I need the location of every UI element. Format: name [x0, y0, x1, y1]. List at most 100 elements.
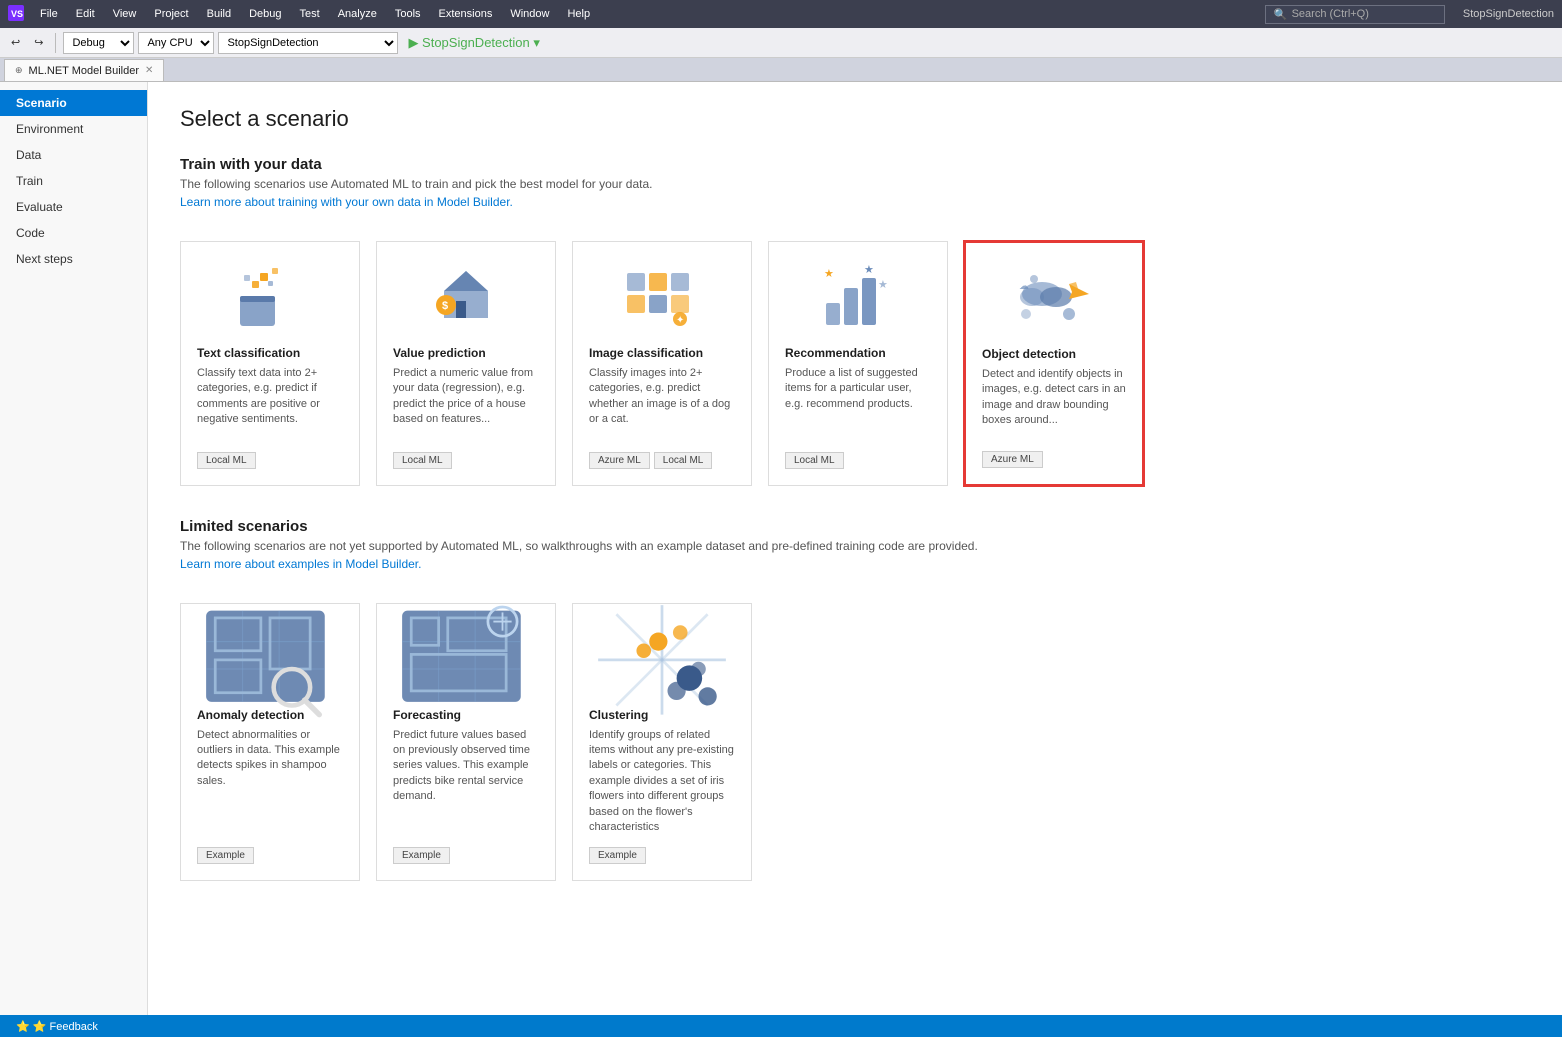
image-classification-title: Image classification [589, 346, 735, 360]
card-value-prediction[interactable]: $ Value prediction Predict a numeric val… [376, 241, 556, 486]
image-classification-badge-local: Local ML [654, 452, 713, 469]
svg-text:VS: VS [11, 9, 23, 19]
anomaly-detection-desc: Detect abnormalities or outliers in data… [197, 728, 343, 836]
run-button[interactable]: ▶ StopSignDetection ▾ [402, 33, 545, 53]
svg-text:$: $ [442, 300, 448, 312]
undo-btn[interactable]: ↩ [6, 33, 25, 52]
redo-btn[interactable]: ↪ [29, 33, 48, 52]
title-bar: VS File Edit View Project Build Debug Te… [0, 0, 1562, 28]
recommendation-badge: Local ML [785, 452, 844, 469]
value-prediction-icon: $ [393, 258, 539, 338]
svg-text:★: ★ [878, 279, 888, 291]
feedback-icon: ⭐ [16, 1021, 30, 1033]
svg-text:✦: ✦ [676, 315, 684, 326]
limited-section: Limited scenarios The following scenario… [180, 518, 1530, 587]
feedback-button[interactable]: ⭐ ⭐ Feedback [10, 1020, 104, 1033]
text-classification-icon [197, 258, 343, 338]
text-classification-badge: Local ML [197, 452, 256, 469]
forecasting-icon [393, 620, 539, 700]
tab-pin-icon: ⊕ [15, 65, 23, 76]
svg-text:☁: ☁ [1019, 281, 1029, 292]
svg-text:★: ★ [824, 268, 834, 280]
card-image-classification[interactable]: ✦ Image classification Classify images i… [572, 241, 752, 486]
forecasting-badge: Example [393, 847, 450, 864]
clustering-icon [589, 620, 735, 700]
nav-item-scenario[interactable]: Scenario [0, 90, 147, 116]
card-recommendation[interactable]: ★ ★ ★ Recommendation Produce a list of s… [768, 241, 948, 486]
nav-item-next-steps[interactable]: Next steps [0, 246, 147, 272]
train-section: Train with your data The following scena… [180, 156, 1530, 225]
left-nav: Scenario Environment Data Train Evaluate… [0, 82, 148, 1037]
content-area: Select a scenario Train with your data T… [148, 82, 1562, 1037]
recommendation-desc: Produce a list of suggested items for a … [785, 366, 931, 440]
anomaly-detection-title: Anomaly detection [197, 708, 343, 722]
anomaly-detection-icon [197, 620, 343, 700]
vs-logo-icon: VS [8, 5, 24, 24]
project-select[interactable]: StopSignDetection [218, 32, 398, 54]
limited-section-subtitle: The following scenarios are not yet supp… [180, 539, 1530, 553]
debug-select[interactable]: Debug Release [63, 32, 134, 54]
menu-test[interactable]: Test [292, 6, 328, 22]
recommendation-icon: ★ ★ ★ [785, 258, 931, 338]
tab-bar: ⊕ ML.NET Model Builder ✕ [0, 58, 1562, 82]
train-section-link[interactable]: Learn more about training with your own … [180, 195, 513, 209]
menu-file[interactable]: File [32, 6, 66, 22]
menu-debug[interactable]: Debug [241, 6, 289, 22]
card-forecasting[interactable]: Forecasting Predict future values based … [376, 603, 556, 882]
limited-section-title: Limited scenarios [180, 518, 1530, 535]
value-prediction-desc: Predict a numeric value from your data (… [393, 366, 539, 440]
image-classification-icon: ✦ [589, 258, 735, 338]
clustering-badge: Example [589, 847, 646, 864]
clustering-title: Clustering [589, 708, 735, 722]
menu-help[interactable]: Help [559, 6, 598, 22]
clustering-desc: Identify groups of related items without… [589, 728, 735, 836]
recommendation-title: Recommendation [785, 346, 931, 360]
anomaly-detection-badge: Example [197, 847, 254, 864]
object-detection-desc: Detect and identify objects in images, e… [982, 367, 1126, 439]
menu-tools[interactable]: Tools [387, 6, 429, 22]
search-icon: 🔍 [1274, 8, 1288, 21]
tab-close-icon[interactable]: ✕ [145, 65, 153, 76]
nav-item-evaluate[interactable]: Evaluate [0, 194, 147, 220]
card-clustering[interactable]: Clustering Identify groups of related it… [572, 603, 752, 882]
object-detection-badge: Azure ML [982, 451, 1043, 468]
value-prediction-badge: Local ML [393, 452, 452, 469]
toolbar-sep-1 [55, 33, 56, 53]
menu-analyze[interactable]: Analyze [330, 6, 385, 22]
nav-item-environment[interactable]: Environment [0, 116, 147, 142]
image-classification-badge-azure: Azure ML [589, 452, 650, 469]
nav-item-train[interactable]: Train [0, 168, 147, 194]
limited-section-link[interactable]: Learn more about examples in Model Build… [180, 557, 421, 571]
platform-select[interactable]: Any CPU x64 x86 [138, 32, 214, 54]
forecasting-title: Forecasting [393, 708, 539, 722]
train-cards-row: Text classification Classify text data i… [180, 241, 1530, 486]
menu-build[interactable]: Build [199, 6, 239, 22]
image-classification-desc: Classify images into 2+ categories, e.g.… [589, 366, 735, 428]
train-section-title: Train with your data [180, 156, 1530, 173]
menu-project[interactable]: Project [146, 6, 196, 22]
search-placeholder: Search (Ctrl+Q) [1292, 8, 1369, 20]
card-object-detection[interactable]: ☁ Object detection Detect and identify o… [964, 241, 1144, 486]
value-prediction-title: Value prediction [393, 346, 539, 360]
object-detection-icon: ☁ [982, 259, 1126, 339]
forecasting-desc: Predict future values based on previousl… [393, 728, 539, 836]
menu-window[interactable]: Window [502, 6, 557, 22]
image-classification-badges: Azure ML Local ML [589, 440, 735, 469]
menu-edit[interactable]: Edit [68, 6, 103, 22]
nav-item-data[interactable]: Data [0, 142, 147, 168]
card-text-classification[interactable]: Text classification Classify text data i… [180, 241, 360, 486]
nav-item-code[interactable]: Code [0, 220, 147, 246]
main-layout: Scenario Environment Data Train Evaluate… [0, 82, 1562, 1037]
page-title: Select a scenario [180, 106, 1530, 132]
search-bar[interactable]: 🔍 Search (Ctrl+Q) [1265, 5, 1445, 24]
project-title: StopSignDetection [1463, 8, 1554, 20]
object-detection-title: Object detection [982, 347, 1126, 361]
ml-model-builder-tab[interactable]: ⊕ ML.NET Model Builder ✕ [4, 59, 164, 81]
text-classification-title: Text classification [197, 346, 343, 360]
card-anomaly-detection[interactable]: Anomaly detection Detect abnormalities o… [180, 603, 360, 882]
menu-view[interactable]: View [105, 6, 145, 22]
menu-bar: File Edit View Project Build Debug Test … [32, 6, 598, 22]
feedback-label: ⭐ Feedback [33, 1021, 98, 1033]
tab-label: ML.NET Model Builder [29, 65, 139, 77]
menu-extensions[interactable]: Extensions [431, 6, 501, 22]
